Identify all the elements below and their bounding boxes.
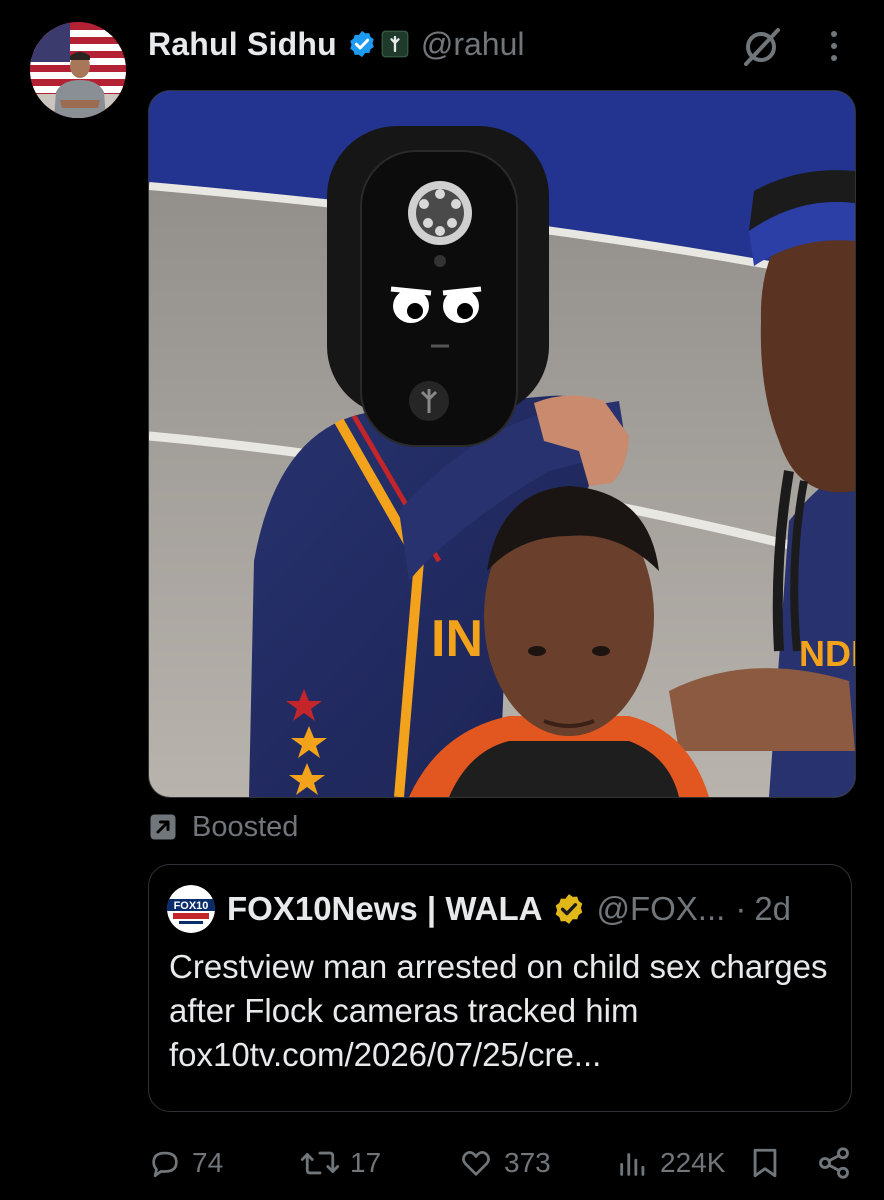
repost-button[interactable]: 17 bbox=[300, 1138, 381, 1188]
repost-icon bbox=[300, 1151, 340, 1175]
media-illustration: IN NDI bbox=[149, 91, 855, 797]
quoted-post-time[interactable]: 2d bbox=[754, 890, 791, 928]
post-media-image[interactable]: IN NDI bbox=[148, 90, 856, 798]
views-icon bbox=[620, 1153, 645, 1176]
quoted-post-card[interactable]: FOX10 FOX10News | WALA @FOX... · 2d Cres… bbox=[148, 864, 852, 1112]
share-button[interactable] bbox=[816, 1138, 862, 1188]
post-action-bar: 74 17 373 224K bbox=[148, 1138, 858, 1188]
svg-text:IN: IN bbox=[431, 610, 483, 668]
author-handle[interactable]: @rahul bbox=[421, 26, 525, 63]
like-button[interactable]: 373 bbox=[458, 1138, 551, 1188]
bookmark-icon bbox=[753, 1148, 777, 1178]
views-count: 224K bbox=[660, 1147, 726, 1178]
author-avatar[interactable] bbox=[30, 22, 126, 118]
affiliate-badge-icon[interactable] bbox=[381, 30, 409, 58]
repost-count: 17 bbox=[350, 1147, 382, 1178]
reply-count: 74 bbox=[192, 1147, 224, 1178]
fox10-logo: FOX10 bbox=[167, 885, 215, 933]
avatar-image bbox=[30, 22, 126, 118]
quoted-source-name[interactable]: FOX10News | WALA bbox=[227, 890, 542, 928]
author-name[interactable]: Rahul Sidhu bbox=[148, 26, 337, 63]
verified-badge-icon bbox=[350, 30, 374, 58]
quoted-post-header: FOX10 FOX10News | WALA @FOX... · 2d bbox=[167, 885, 791, 933]
quoted-source-handle[interactable]: @FOX... bbox=[596, 890, 725, 928]
boosted-indicator: Boosted bbox=[148, 808, 298, 846]
gold-verified-badge-icon bbox=[556, 894, 583, 924]
logo-text: FOX10 bbox=[174, 900, 209, 912]
boost-arrow-icon bbox=[150, 814, 176, 840]
boosted-label: Boosted bbox=[192, 810, 299, 843]
separator-dot: · bbox=[735, 890, 747, 927]
reply-button[interactable]: 74 bbox=[148, 1138, 223, 1188]
grok-icon[interactable] bbox=[740, 24, 784, 68]
reply-icon bbox=[152, 1151, 178, 1178]
quoted-post-text: Crestview man arrested on child sex char… bbox=[169, 948, 828, 1073]
bookmark-button[interactable] bbox=[748, 1138, 792, 1188]
svg-text:NDI: NDI bbox=[799, 633, 855, 674]
like-count: 373 bbox=[504, 1147, 551, 1178]
more-options-icon[interactable] bbox=[826, 26, 842, 66]
post-header: Rahul Sidhu @rahul bbox=[148, 22, 525, 66]
like-icon bbox=[462, 1151, 490, 1176]
share-icon bbox=[819, 1147, 849, 1179]
views-button[interactable]: 224K bbox=[616, 1138, 725, 1188]
